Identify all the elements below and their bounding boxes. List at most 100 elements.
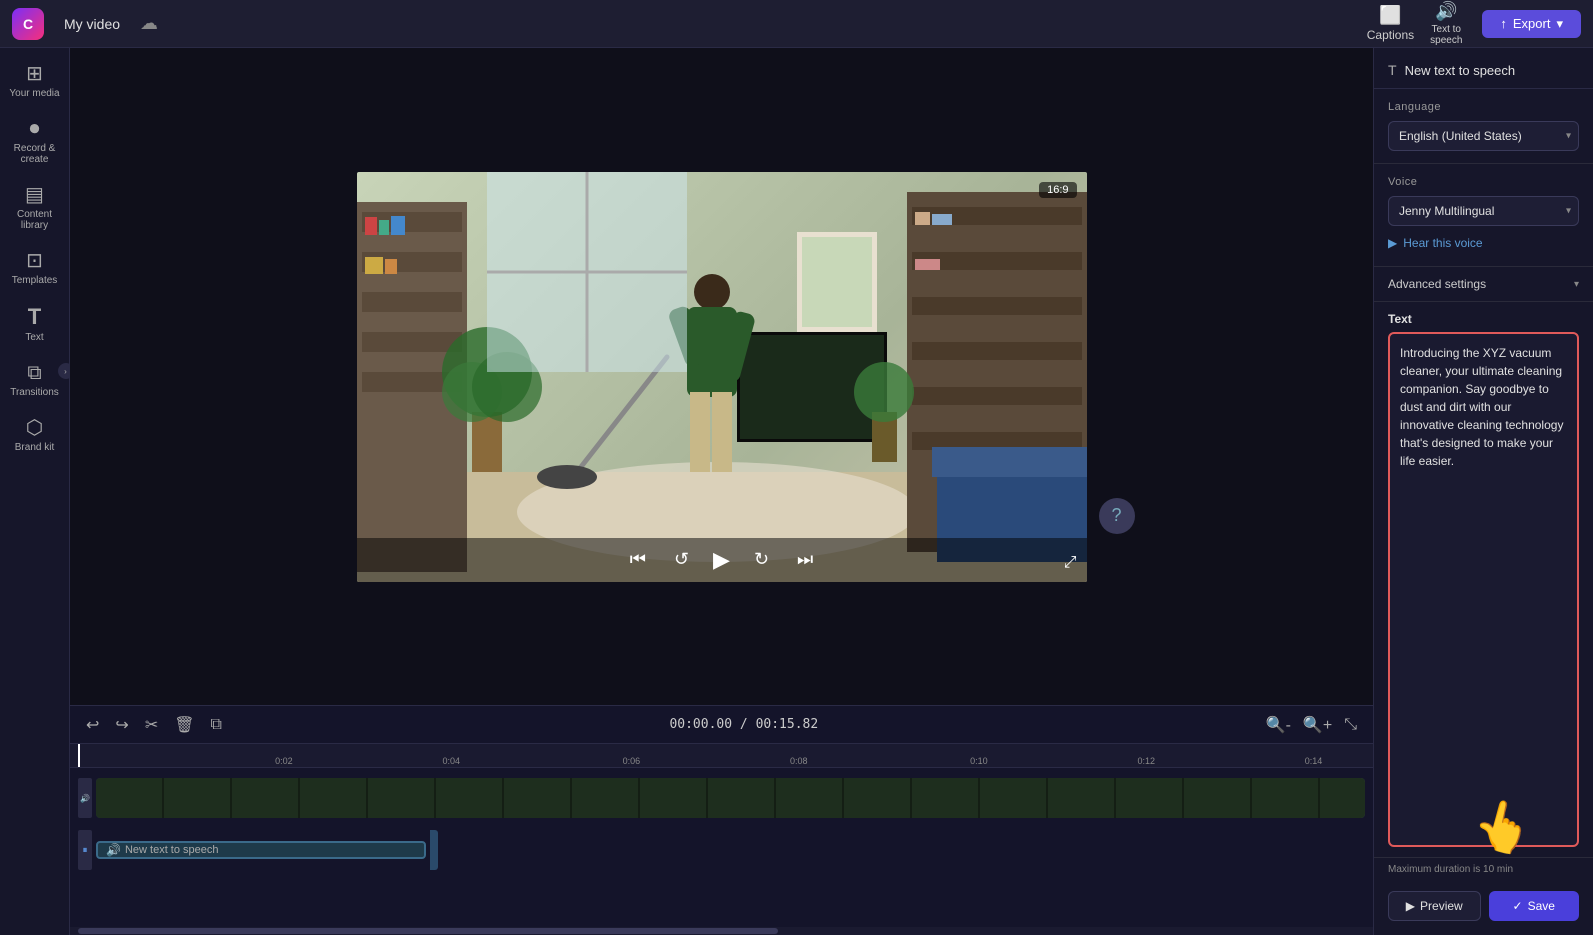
aspect-ratio-badge[interactable]: 16:9 [1039, 182, 1076, 198]
text-box-wrapper [1388, 332, 1579, 847]
fullscreen-button[interactable]: ⤢ [1064, 554, 1077, 572]
advanced-settings-row[interactable]: Advanced settings ▾ [1374, 267, 1593, 302]
hear-voice-label: Hear this voice [1403, 236, 1482, 250]
tts-icon: 🔊 [1435, 1, 1457, 22]
play-voice-icon: ▶ [1388, 236, 1397, 250]
delete-button[interactable]: 🗑 [170, 713, 198, 737]
content-area: 16:9 ⏮ ↺ ▶ ↻ ⏭ ⤢ ? ↩ [70, 48, 1373, 935]
video-preview-wrapper: 16:9 ⏮ ↺ ▶ ↻ ⏭ ⤢ ? [357, 172, 1087, 582]
sidebar-item-your-media[interactable]: ⊞ Your media [4, 56, 66, 107]
sidebar-item-record-create[interactable]: ⏺ Record &create [4, 111, 66, 173]
templates-icon: ⊡ [26, 251, 43, 271]
text-input[interactable] [1390, 334, 1577, 845]
video-preview-area: 16:9 ⏮ ↺ ▶ ↻ ⏭ ⤢ ? [70, 48, 1373, 705]
advanced-settings-chevron-icon: ▾ [1574, 279, 1579, 290]
sidebar-item-label-templates: Templates [12, 275, 58, 286]
help-button[interactable]: ? [1099, 498, 1135, 534]
captions-icon: ⬜ [1379, 5, 1401, 26]
tts-track-handle[interactable]: ⏸ [78, 830, 92, 870]
forward-button[interactable]: ↻ [750, 545, 773, 574]
video-controls: ⏮ ↺ ▶ ↻ ⏭ ⤢ [357, 538, 1087, 582]
hear-voice-button[interactable]: ▶ Hear this voice [1388, 232, 1483, 254]
language-select[interactable]: English (United States) [1388, 121, 1579, 151]
rewind-button[interactable]: ↺ [670, 545, 693, 574]
sidebar-item-label-your-media: Your media [9, 88, 59, 99]
max-duration-note: Maximum duration is 10 min [1374, 857, 1593, 881]
zoom-controls: 🔍- 🔍+ ⤡ [1262, 713, 1361, 737]
tts-track-end-handle[interactable] [430, 830, 438, 870]
sidebar: ⊞ Your media ⏺ Record &create ▤ Content … [0, 48, 70, 935]
ruler-mark-7: 0:14 [1305, 756, 1323, 766]
fit-button[interactable]: ⤡ [1340, 713, 1361, 737]
project-title-input[interactable]: My video [56, 12, 128, 36]
app-logo: C [12, 8, 44, 40]
tts-track[interactable]: 🔊 New text to speech [96, 841, 426, 859]
text-icon: T [28, 306, 41, 328]
tts-track-icon: 🔊 [106, 843, 121, 857]
tts-actions: ▶ Preview ✓ Save [1374, 881, 1593, 935]
ruler-mark-3: 0:06 [623, 756, 641, 766]
play-button[interactable]: ▶ [713, 547, 730, 573]
timeline-toolbar: ↩ ↪ ✂ 🗑 ⧉ 00:00.00 / 00:15.82 🔍- 🔍+ ⤡ [70, 706, 1373, 744]
voice-select[interactable]: Jenny Multilingual [1388, 196, 1579, 226]
playhead[interactable] [78, 744, 80, 767]
ruler-mark-4: 0:08 [790, 756, 808, 766]
content-library-icon: ▤ [25, 185, 44, 205]
save-button[interactable]: ✓ Save [1489, 891, 1580, 921]
timeline-area: ↩ ↪ ✂ 🗑 ⧉ 00:00.00 / 00:15.82 🔍- 🔍+ ⤡ [70, 705, 1373, 935]
sidebar-item-content-library[interactable]: ▤ Content library [4, 177, 66, 239]
preview-button[interactable]: ▶ Preview [1388, 891, 1481, 921]
video-track[interactable] [96, 778, 1365, 818]
timecode-total: 00:15.82 [756, 717, 819, 732]
captions-button[interactable]: ⬜ Captions [1367, 5, 1414, 42]
preview-icon: ▶ [1406, 899, 1415, 913]
voice-section: Voice Jenny Multilingual ▾ ▶ Hear this v… [1374, 164, 1593, 267]
zoom-out-button[interactable]: 🔍- [1262, 713, 1295, 737]
advanced-settings-label: Advanced settings [1388, 277, 1486, 291]
tts-track-label: New text to speech [125, 844, 219, 856]
ruler-mark-1: 0:02 [275, 756, 293, 766]
zoom-in-button[interactable]: 🔍+ [1299, 713, 1336, 737]
timecode-current: 00:00.00 [669, 717, 732, 732]
redo-button[interactable]: ↪ [111, 713, 132, 737]
sidebar-item-label-record-create: Record &create [14, 143, 56, 165]
save-label: Save [1528, 899, 1555, 913]
your-media-icon: ⊞ [26, 64, 43, 84]
track-handle[interactable]: 🔊 [78, 778, 92, 818]
sidebar-item-transitions[interactable]: ⧉ Transitions › [4, 355, 66, 406]
sidebar-item-templates[interactable]: ⊡ Templates [4, 243, 66, 294]
ruler-mark-5: 0:10 [970, 756, 988, 766]
language-label: Language [1388, 101, 1579, 113]
tts-topbar-label: Text tospeech [1430, 24, 1462, 46]
ruler-mark-2: 0:04 [442, 756, 460, 766]
sidebar-item-text[interactable]: T Text [4, 298, 66, 351]
sidebar-item-brand-kit[interactable]: ⬡ Brand kit [4, 410, 66, 461]
cut-button[interactable]: ✂ [141, 713, 162, 737]
export-icon: ↑ [1500, 16, 1507, 31]
skip-back-button[interactable]: ⏮ [626, 545, 650, 574]
text-section: Text [1374, 302, 1593, 857]
video-track-row: 🔊 [70, 772, 1373, 824]
skip-forward-button[interactable]: ⏭ [793, 545, 817, 574]
video-preview: 16:9 ⏮ ↺ ▶ ↻ ⏭ ⤢ [357, 172, 1087, 582]
timeline-scroll-thumb[interactable] [78, 928, 778, 934]
save-check-icon: ✓ [1513, 899, 1523, 913]
video-frame: 16:9 [357, 172, 1087, 582]
sidebar-item-label-brand-kit: Brand kit [15, 442, 54, 453]
brand-kit-icon: ⬡ [26, 418, 43, 438]
timeline-tracks: 🔊 ⏸ 🔊 New text to speech [70, 768, 1373, 927]
voice-select-wrapper: Jenny Multilingual ▾ [1388, 196, 1579, 226]
captions-label: Captions [1367, 28, 1414, 42]
topbar: C My video ☁ ⬜ Captions 🔊 Text tospeech … [0, 0, 1593, 48]
sidebar-item-label-transitions: Transitions [10, 387, 59, 398]
timecode-separator: / [740, 717, 756, 732]
undo-button[interactable]: ↩ [82, 713, 103, 737]
cloud-sync-icon: ☁ [140, 13, 158, 34]
export-button[interactable]: ↑ Export ▾ [1482, 10, 1581, 38]
voice-label: Voice [1388, 176, 1579, 188]
duplicate-button[interactable]: ⧉ [207, 714, 226, 736]
timeline-scrollbar [70, 927, 1373, 935]
main-area: ⊞ Your media ⏺ Record &create ▤ Content … [0, 48, 1593, 935]
tts-topbar-button[interactable]: 🔊 Text tospeech [1430, 1, 1462, 46]
language-section: Language English (United States) ▾ [1374, 89, 1593, 164]
